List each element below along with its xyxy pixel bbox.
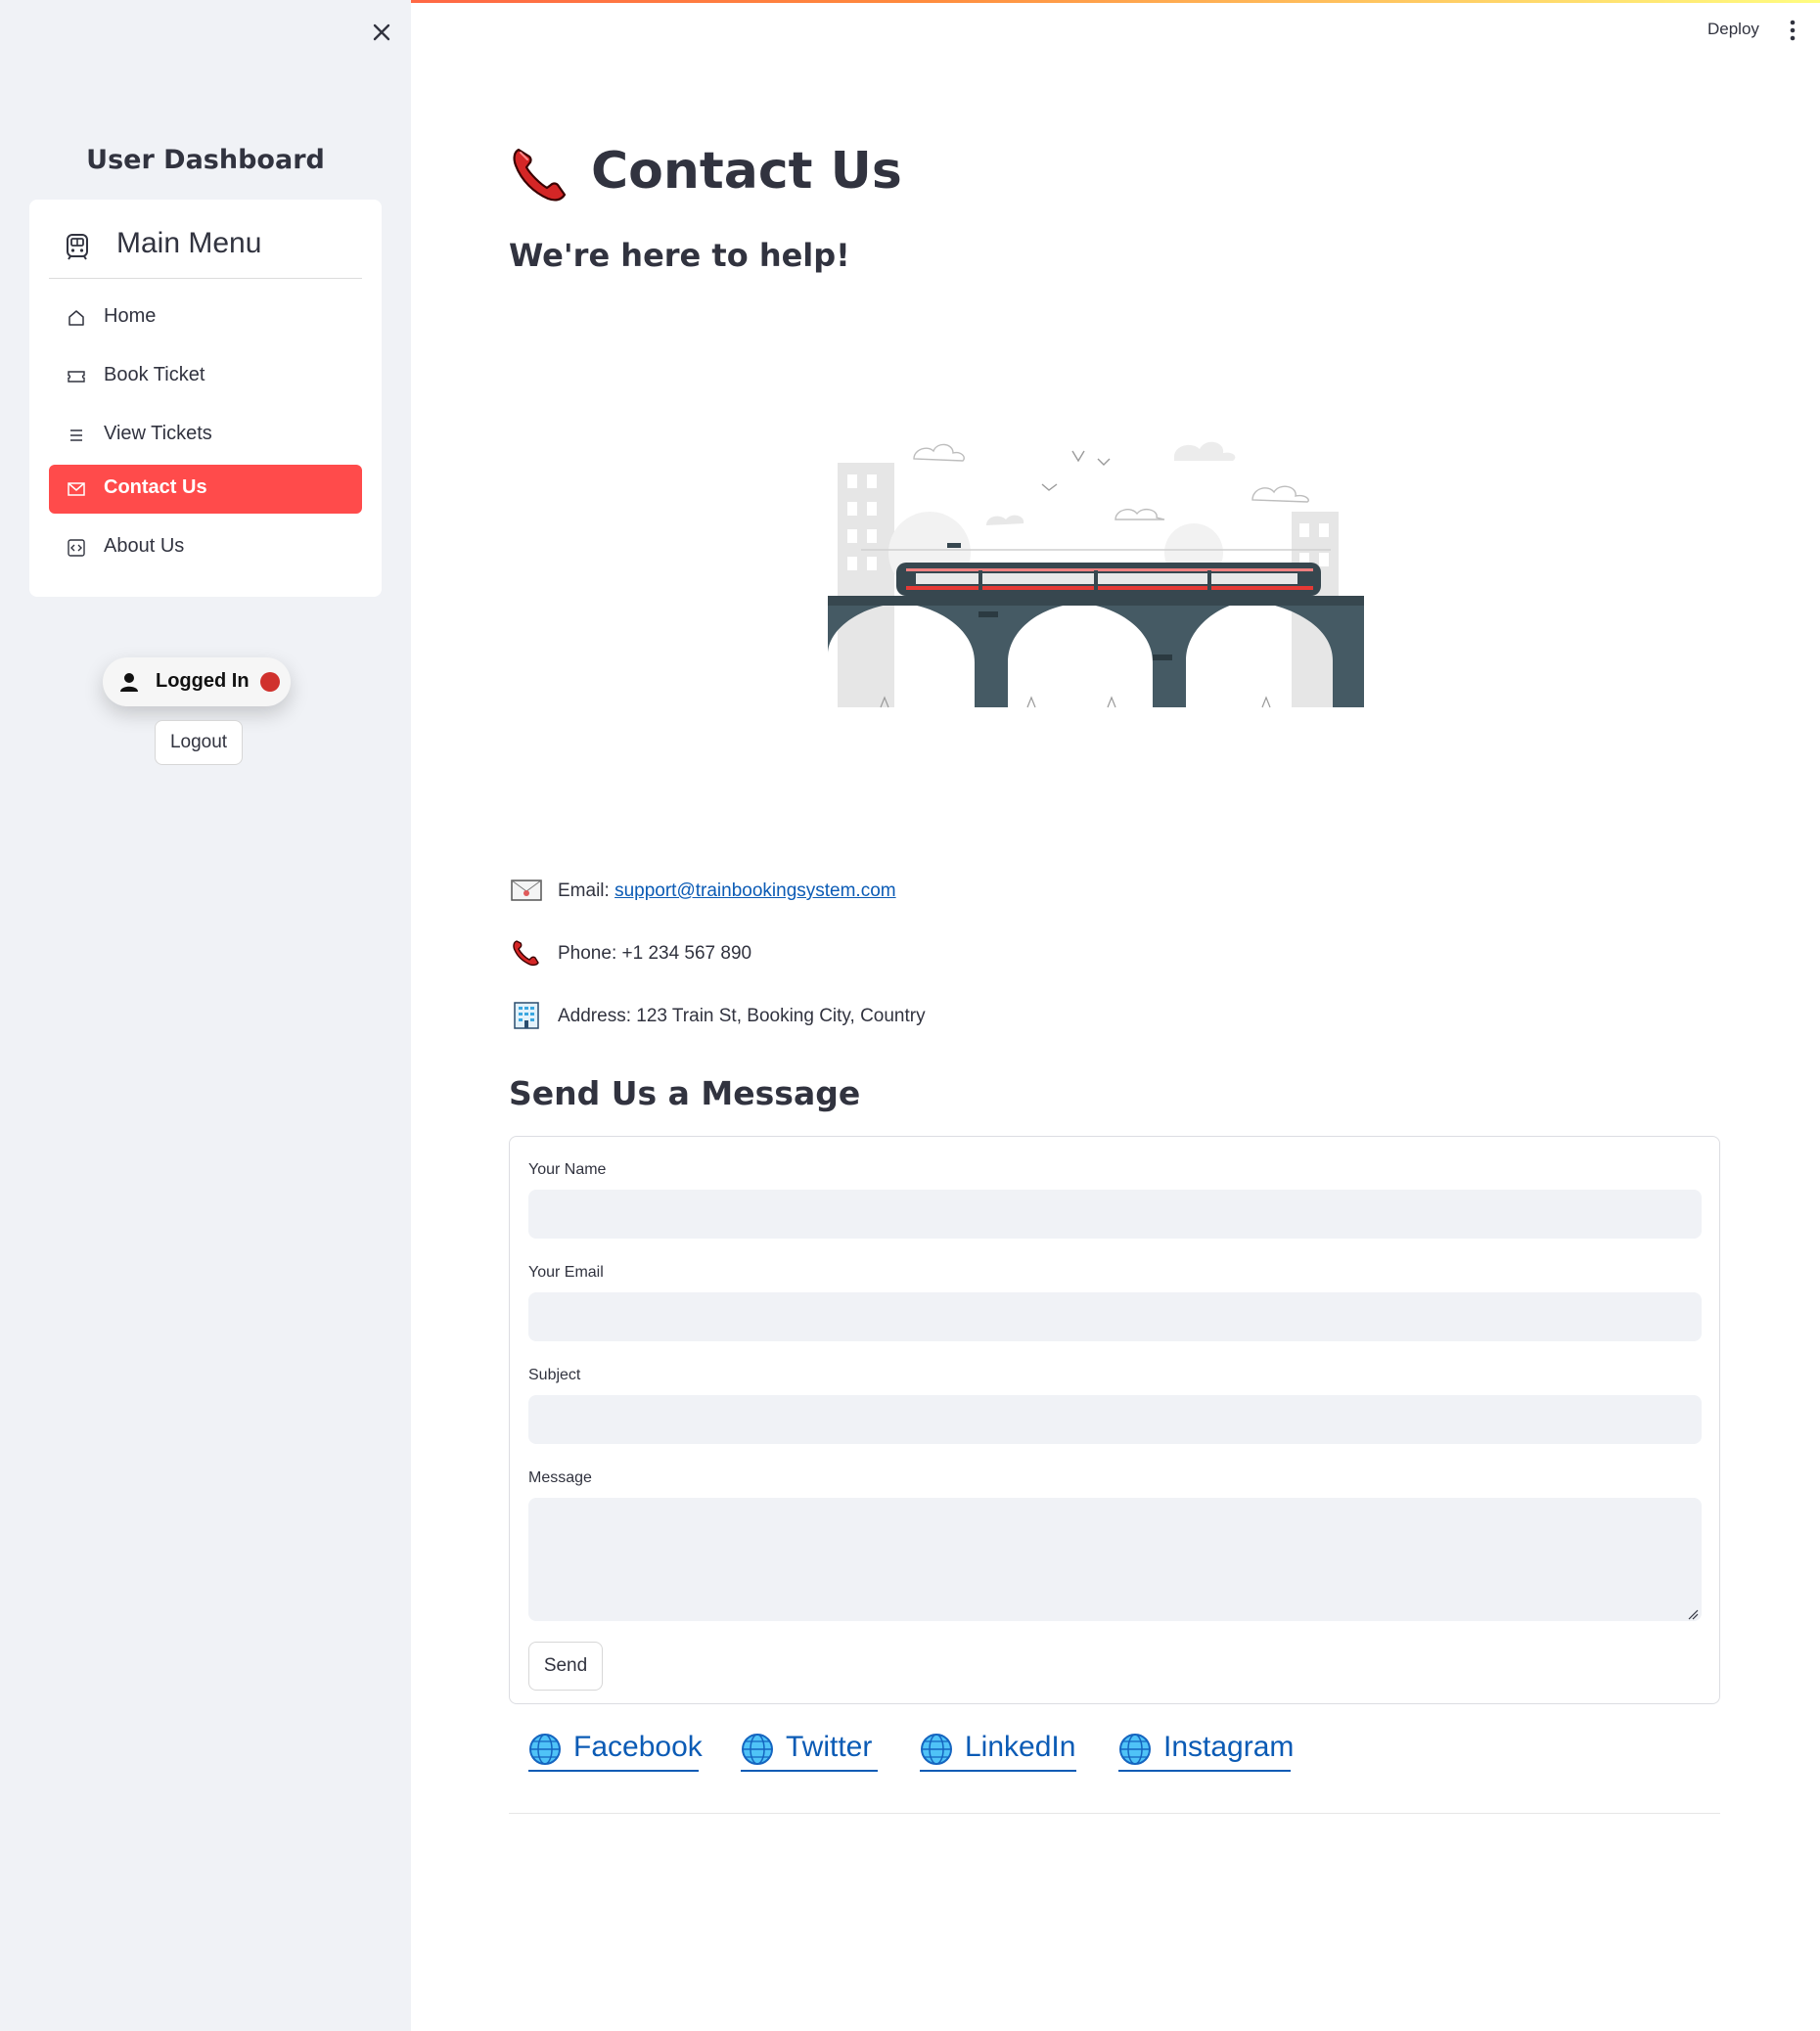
email-field-label: Your Email: [528, 1264, 604, 1281]
name-field-label: Your Name: [528, 1161, 607, 1178]
login-status-badge: Logged In: [103, 657, 291, 706]
status-label: Logged In: [156, 670, 250, 692]
train-bridge-illustration: [828, 441, 1364, 708]
close-sidebar-button[interactable]: [367, 18, 396, 47]
office-building-icon: [514, 1002, 539, 1029]
phone-text: Phone: +1 234 567 890: [558, 943, 752, 964]
subject-field-label: Subject: [528, 1367, 581, 1383]
sidebar-item-label: Book Ticket: [104, 364, 205, 385]
menu-title: Main Menu: [116, 227, 262, 259]
globe-icon: [1119, 1734, 1151, 1765]
list-icon: [70, 429, 82, 441]
sidebar: User Dashboard Main Menu Home Book Ticke…: [0, 0, 411, 2031]
instagram-link[interactable]: Instagram: [1118, 1727, 1295, 1772]
email-text: Email: support@trainbookingsystem.com: [558, 880, 896, 902]
code-square-icon: [68, 539, 85, 557]
link-underline: [528, 1770, 699, 1772]
message-field[interactable]: [528, 1498, 1702, 1621]
sidebar-item-label: Contact Us: [104, 476, 207, 498]
link-underline: [741, 1770, 878, 1772]
divider: [509, 1813, 1720, 1814]
link-underline: [1118, 1770, 1291, 1772]
more-options-icon[interactable]: [1787, 18, 1798, 43]
sidebar-item-view-tickets[interactable]: View Tickets: [49, 411, 362, 460]
sidebar-title: User Dashboard: [86, 145, 325, 175]
main-menu: Main Menu Home Book Ticket View Tickets: [29, 200, 382, 597]
resize-grip-icon[interactable]: [1687, 1608, 1699, 1620]
social-label: Facebook: [573, 1731, 703, 1763]
name-field[interactable]: [528, 1190, 1702, 1239]
address-text: Address: 123 Train St, Booking City, Cou…: [558, 1006, 926, 1026]
deploy-button[interactable]: Deploy: [1707, 20, 1759, 39]
linkedin-link[interactable]: LinkedIn: [920, 1727, 1076, 1772]
sidebar-item-contact-us[interactable]: Contact Us: [49, 465, 362, 514]
sidebar-item-about-us[interactable]: About Us: [49, 523, 362, 572]
page-subtitle: We're here to help!: [509, 237, 850, 274]
sidebar-item-book-ticket[interactable]: Book Ticket: [49, 352, 362, 401]
form-section-title: Send Us a Message: [509, 1074, 861, 1112]
contact-form: Your Name Your Email Subject Message Sen…: [509, 1136, 1720, 1704]
menu-header: Main Menu: [49, 219, 362, 279]
globe-icon: [529, 1734, 561, 1765]
twitter-link[interactable]: Twitter: [741, 1727, 878, 1772]
email-field[interactable]: [528, 1292, 1702, 1341]
subject-field[interactable]: [528, 1395, 1702, 1444]
sidebar-item-label: View Tickets: [104, 423, 212, 444]
page-title: Contact Us: [591, 142, 902, 201]
sidebar-item-home[interactable]: Home: [49, 293, 362, 342]
send-button[interactable]: Send: [528, 1642, 603, 1691]
logout-button[interactable]: Logout: [155, 720, 243, 765]
facebook-link[interactable]: Facebook: [528, 1727, 703, 1772]
envelope-icon: [511, 880, 542, 901]
globe-icon: [742, 1734, 773, 1765]
house-icon: [68, 310, 84, 326]
social-label: Twitter: [786, 1731, 873, 1763]
user-icon: [120, 673, 138, 692]
ticket-icon: [68, 371, 85, 383]
sidebar-item-label: About Us: [104, 535, 185, 557]
envelope-icon: [68, 482, 85, 496]
train-front-icon: [67, 234, 88, 260]
telephone-receiver-icon: [513, 940, 539, 967]
email-label: Email:: [558, 880, 615, 901]
email-link[interactable]: support@trainbookingsystem.com: [614, 880, 896, 901]
link-underline: [920, 1770, 1076, 1772]
status-dot-icon: [260, 672, 280, 692]
social-label: Instagram: [1163, 1731, 1295, 1763]
telephone-receiver-icon: [513, 148, 567, 202]
close-icon: [373, 23, 390, 41]
sidebar-item-label: Home: [104, 305, 157, 327]
message-field-label: Message: [528, 1469, 592, 1486]
social-label: LinkedIn: [965, 1731, 1076, 1763]
globe-icon: [921, 1734, 952, 1765]
